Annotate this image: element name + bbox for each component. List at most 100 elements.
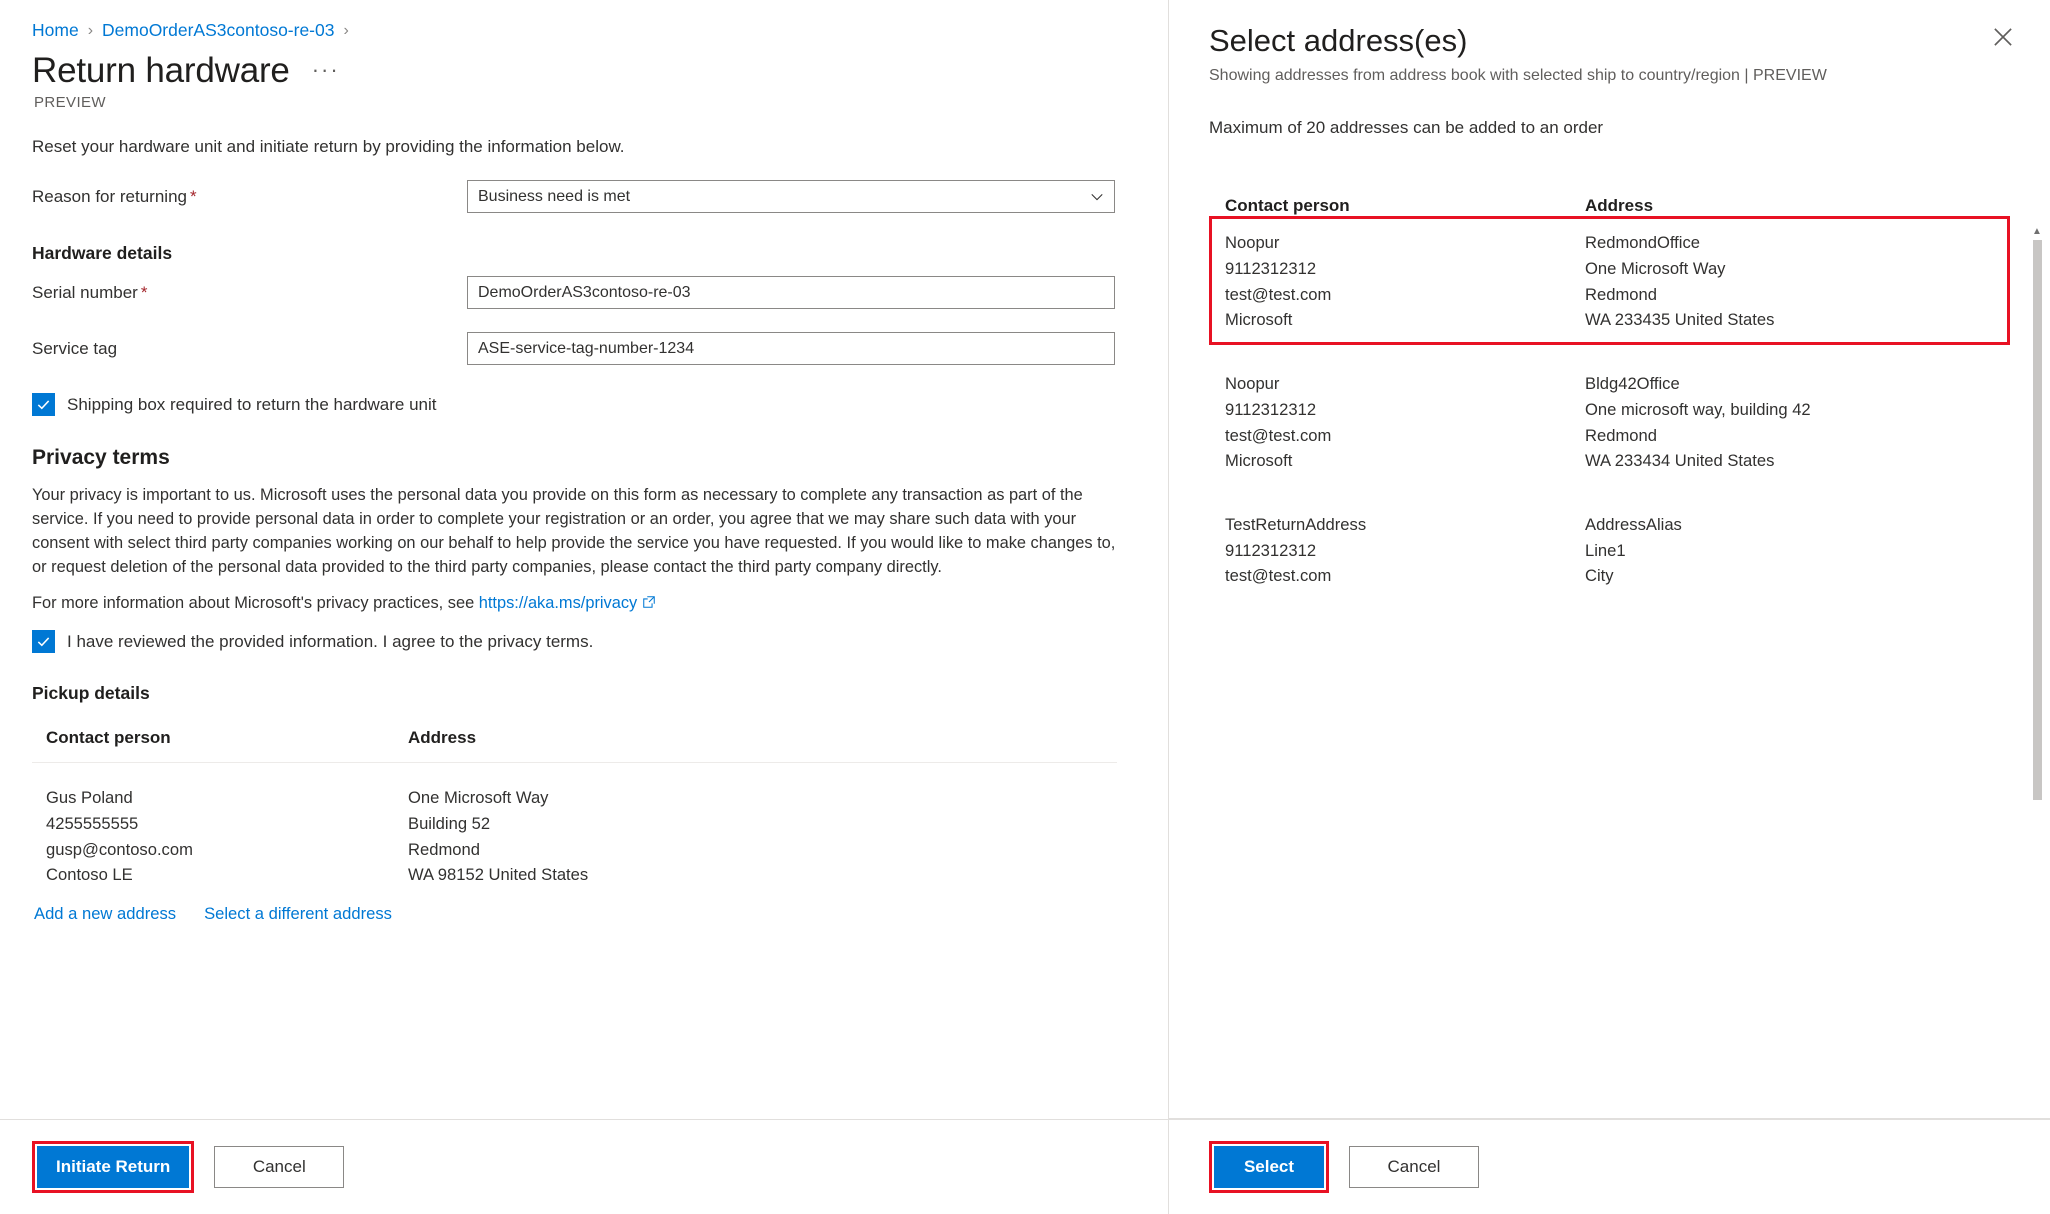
pickup-details-heading: Pickup details <box>32 683 150 704</box>
right-footer: Select Cancel <box>1169 1119 2050 1214</box>
page-title: Return hardware <box>32 51 290 90</box>
breadcrumb-separator-icon: › <box>87 21 94 39</box>
address-contact-line: test@test.com <box>1225 284 1332 304</box>
serial-number-input[interactable]: DemoOrderAS3contoso-re-03 <box>467 276 1115 310</box>
address-actions: Add a new address Select a different add… <box>32 904 1117 924</box>
pickup-contact-line: Gus Poland <box>46 788 133 808</box>
address-contact-line: TestReturnAddress <box>1225 514 1367 534</box>
chevron-down-icon <box>1090 190 1104 204</box>
shipping-box-label: Shipping box required to return the hard… <box>67 394 437 414</box>
address-contact-line: Microsoft <box>1225 451 1293 471</box>
select-different-address-link[interactable]: Select a different address <box>204 904 392 924</box>
reason-dropdown[interactable]: Business need is met <box>467 180 1115 214</box>
address-line: WA 233435 United States <box>1585 310 1775 330</box>
scroll-up-icon[interactable]: ▲ <box>2030 226 2044 238</box>
address-line: One Microsoft Way <box>1585 258 1726 278</box>
address-row-contact: TestReturnAddress 9112312312 test@test.c… <box>1225 512 1585 589</box>
serial-label: Serial number * <box>32 283 467 303</box>
intro-text: Reset your hardware unit and initiate re… <box>32 137 625 157</box>
address-contact-line: 9112312312 <box>1225 399 1317 419</box>
address-row[interactable]: TestReturnAddress 9112312312 test@test.c… <box>1209 498 2010 601</box>
reason-for-returning-row: Reason for returning * Business need is m… <box>32 180 1136 214</box>
select-button[interactable]: Select <box>1214 1146 1324 1188</box>
pickup-contact-line: gusp@contoso.com <box>46 839 193 859</box>
address-contact-line: Noopur <box>1225 233 1280 253</box>
address-row-address: RedmondOffice One Microsoft Way Redmond … <box>1585 230 1994 333</box>
check-icon-2 <box>37 637 50 647</box>
address-header-address: Address <box>1585 196 1654 216</box>
service-tag-value: ASE-service-tag-number-1234 <box>478 339 695 357</box>
address-list-body: Contact person Address Noopur 9112312312… <box>1169 138 2050 1118</box>
check-icon <box>37 400 50 410</box>
privacy-agree-checkbox-row[interactable]: I have reviewed the provided information… <box>32 630 1136 654</box>
shipping-box-checkbox-row[interactable]: Shipping box required to return the hard… <box>32 393 1136 417</box>
right-cancel-button[interactable]: Cancel <box>1349 1146 1479 1188</box>
panel-subtitle: Showing addresses from address book with… <box>1209 67 1827 85</box>
service-tag-input[interactable]: ASE-service-tag-number-1234 <box>467 332 1115 366</box>
panel-note: Maximum of 20 addresses can be added to … <box>1209 118 1604 138</box>
address-row[interactable]: Noopur 9112312312 test@test.com Microsof… <box>1209 357 2010 486</box>
service-tag-row: Service tag ASE-service-tag-number-1234 <box>32 332 1136 366</box>
panel-header: Select address(es) Showing addresses fro… <box>1169 0 2050 138</box>
address-contact-line: Noopur <box>1225 374 1280 394</box>
pickup-table-row: Gus Poland 4255555555 gusp@contoso.com C… <box>32 763 1117 888</box>
breadcrumb: Home › DemoOrderAS3contoso-re-03 › <box>32 20 1136 41</box>
privacy-link-line: For more information about Microsoft's p… <box>32 594 1136 614</box>
service-tag-label: Service tag <box>32 338 118 358</box>
privacy-policy-link[interactable]: https://aka.ms/privacy <box>479 594 638 612</box>
privacy-terms-heading: Privacy terms <box>32 446 170 470</box>
address-header-contact: Contact person <box>1225 196 1350 216</box>
address-contact-line: 9112312312 <box>1225 258 1317 278</box>
initiate-return-button[interactable]: Initiate Return <box>37 1146 190 1188</box>
pickup-address-line: WA 98152 United States <box>408 865 589 885</box>
page-title-row: Return hardware ··· <box>32 51 1136 91</box>
more-options-icon[interactable]: ··· <box>312 57 340 91</box>
scrollbar-thumb[interactable] <box>2033 240 2042 801</box>
address-line: WA 233434 United States <box>1585 451 1775 471</box>
privacy-link-prefix: For more information about Microsoft's p… <box>32 594 479 613</box>
address-table-header: Contact person Address <box>1209 196 2010 216</box>
address-row-selected[interactable]: Noopur 9112312312 test@test.com Microsof… <box>1209 216 2010 346</box>
address-row-address: Bldg42Office One microsoft way, building… <box>1585 371 1994 474</box>
preview-badge: PREVIEW <box>34 94 106 112</box>
pickup-header-contact: Contact person <box>46 728 171 748</box>
pickup-address-line: One Microsoft Way <box>408 788 549 808</box>
address-row-contact: Noopur 9112312312 test@test.com Microsof… <box>1225 371 1585 474</box>
privacy-agree-checkbox[interactable] <box>32 630 55 654</box>
reason-label: Reason for returning * <box>32 187 467 207</box>
serial-number-value: DemoOrderAS3contoso-re-03 <box>478 283 691 301</box>
panel-title: Select address(es) <box>1209 23 1468 58</box>
pickup-contact-cell: Gus Poland 4255555555 gusp@contoso.com C… <box>46 785 408 888</box>
required-asterisk: * <box>189 186 197 206</box>
pickup-table-header: Contact person Address <box>32 728 1117 764</box>
pickup-contact-line: Contoso LE <box>46 865 133 885</box>
required-asterisk-serial: * <box>140 282 148 302</box>
panel-scrollbar[interactable]: ▲ <box>2030 226 2044 1096</box>
pickup-address-cell: One Microsoft Way Building 52 Redmond WA… <box>408 785 1117 888</box>
pickup-header-address: Address <box>408 728 477 748</box>
serial-number-row: Serial number * DemoOrderAS3contoso-re-03 <box>32 276 1136 310</box>
privacy-agree-label: I have reviewed the provided information… <box>67 631 594 651</box>
shipping-box-checkbox[interactable] <box>32 393 55 417</box>
pickup-details-table: Contact person Address Gus Poland 425555… <box>32 728 1117 924</box>
left-cancel-button[interactable]: Cancel <box>214 1146 345 1188</box>
address-line: Redmond <box>1585 284 1657 304</box>
address-contact-line: 9112312312 <box>1225 540 1317 560</box>
address-row-address: AddressAlias Line1 City <box>1585 512 1994 589</box>
address-contact-line: test@test.com <box>1225 425 1332 445</box>
address-line: AddressAlias <box>1585 514 1682 534</box>
reason-label-text: Reason for returning <box>32 186 187 206</box>
breadcrumb-home[interactable]: Home <box>32 20 79 41</box>
serial-label-text: Serial number <box>32 282 138 302</box>
return-hardware-pane: Home › DemoOrderAS3contoso-re-03 › Retur… <box>0 0 1169 1214</box>
select-button-highlight: Select <box>1209 1141 1329 1193</box>
pickup-contact-line: 4255555555 <box>46 813 139 833</box>
add-new-address-link[interactable]: Add a new address <box>34 904 176 924</box>
address-contact-line: Microsoft <box>1225 310 1293 330</box>
close-icon[interactable] <box>1986 20 2020 54</box>
address-row-contact: Noopur 9112312312 test@test.com Microsof… <box>1225 230 1585 333</box>
breadcrumb-order[interactable]: DemoOrderAS3contoso-re-03 <box>102 20 334 41</box>
breadcrumb-separator-icon-2: › <box>343 21 349 39</box>
pickup-address-line: Redmond <box>408 839 480 859</box>
reason-value: Business need is met <box>478 187 631 205</box>
